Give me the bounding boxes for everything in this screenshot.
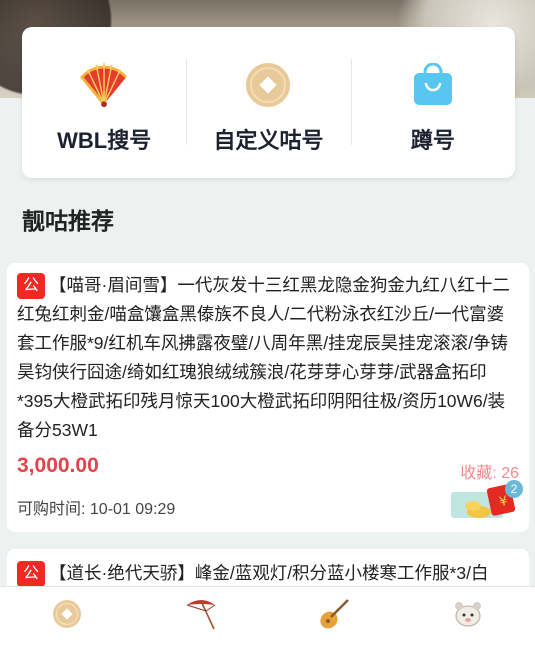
listing-price: 3,000.00: [17, 454, 99, 477]
tab-pipa[interactable]: [268, 587, 402, 646]
watch-account-button[interactable]: 蹲号: [350, 27, 515, 178]
public-badge: 公: [17, 273, 45, 299]
custom-account-button[interactable]: 自定义咕号: [186, 27, 350, 178]
umbrella-icon: [184, 597, 218, 636]
listing-text: 【道长·绝代天骄】峰金/蓝观灯/积分蓝小楼寒工作服*3/白: [49, 563, 489, 583]
public-badge: 公: [17, 561, 45, 587]
section-title: 靓咕推荐: [22, 208, 114, 234]
watch-account-label: 蹲号: [410, 128, 455, 153]
tab-profile[interactable]: [401, 587, 535, 646]
quick-actions-card: WBL搜号 自定义咕号 蹲号: [22, 27, 515, 178]
tab-home[interactable]: [0, 587, 134, 646]
mascot-icon: [452, 599, 484, 634]
listing-description: 公【喵哥·眉间雪】一代灰发十三红黑龙隐金狗金九红八红十二红兔红刺金/喵盒馕盒黑傣…: [17, 271, 521, 445]
listing-description: 公【道长·绝代天骄】峰金/蓝观灯/积分蓝小楼寒工作服*3/白: [17, 559, 521, 588]
wbl-search-label: WBL搜号: [57, 128, 152, 153]
listing-card[interactable]: 公【喵哥·眉间雪】一代灰发十三红黑龙隐金狗金九红八红十二红兔红刺金/喵盒馕盒黑傣…: [7, 263, 529, 532]
wbl-search-button[interactable]: WBL搜号: [22, 27, 186, 178]
shopping-bag-icon: [409, 61, 457, 109]
available-value: 10-01 09:29: [89, 501, 176, 518]
bottom-tab-bar: [0, 586, 535, 646]
custom-account-label: 自定义咕号: [213, 128, 324, 153]
available-time: 可购时间: 10-01 09:29: [17, 495, 175, 519]
tab-umbrella[interactable]: [134, 587, 268, 646]
pipa-icon: [317, 597, 351, 636]
red-envelope-promo[interactable]: ¥ 2: [451, 478, 529, 524]
listing-text: 【喵哥·眉间雪】一代灰发十三红黑龙隐金狗金九红八红十二红兔红刺金/喵盒馕盒黑傣族…: [17, 275, 510, 440]
coin-icon: [244, 61, 292, 109]
available-label: 可购时间:: [17, 501, 90, 518]
fan-icon: [80, 61, 128, 109]
coin-icon: [52, 599, 82, 634]
promo-count-badge: 2: [505, 480, 523, 498]
